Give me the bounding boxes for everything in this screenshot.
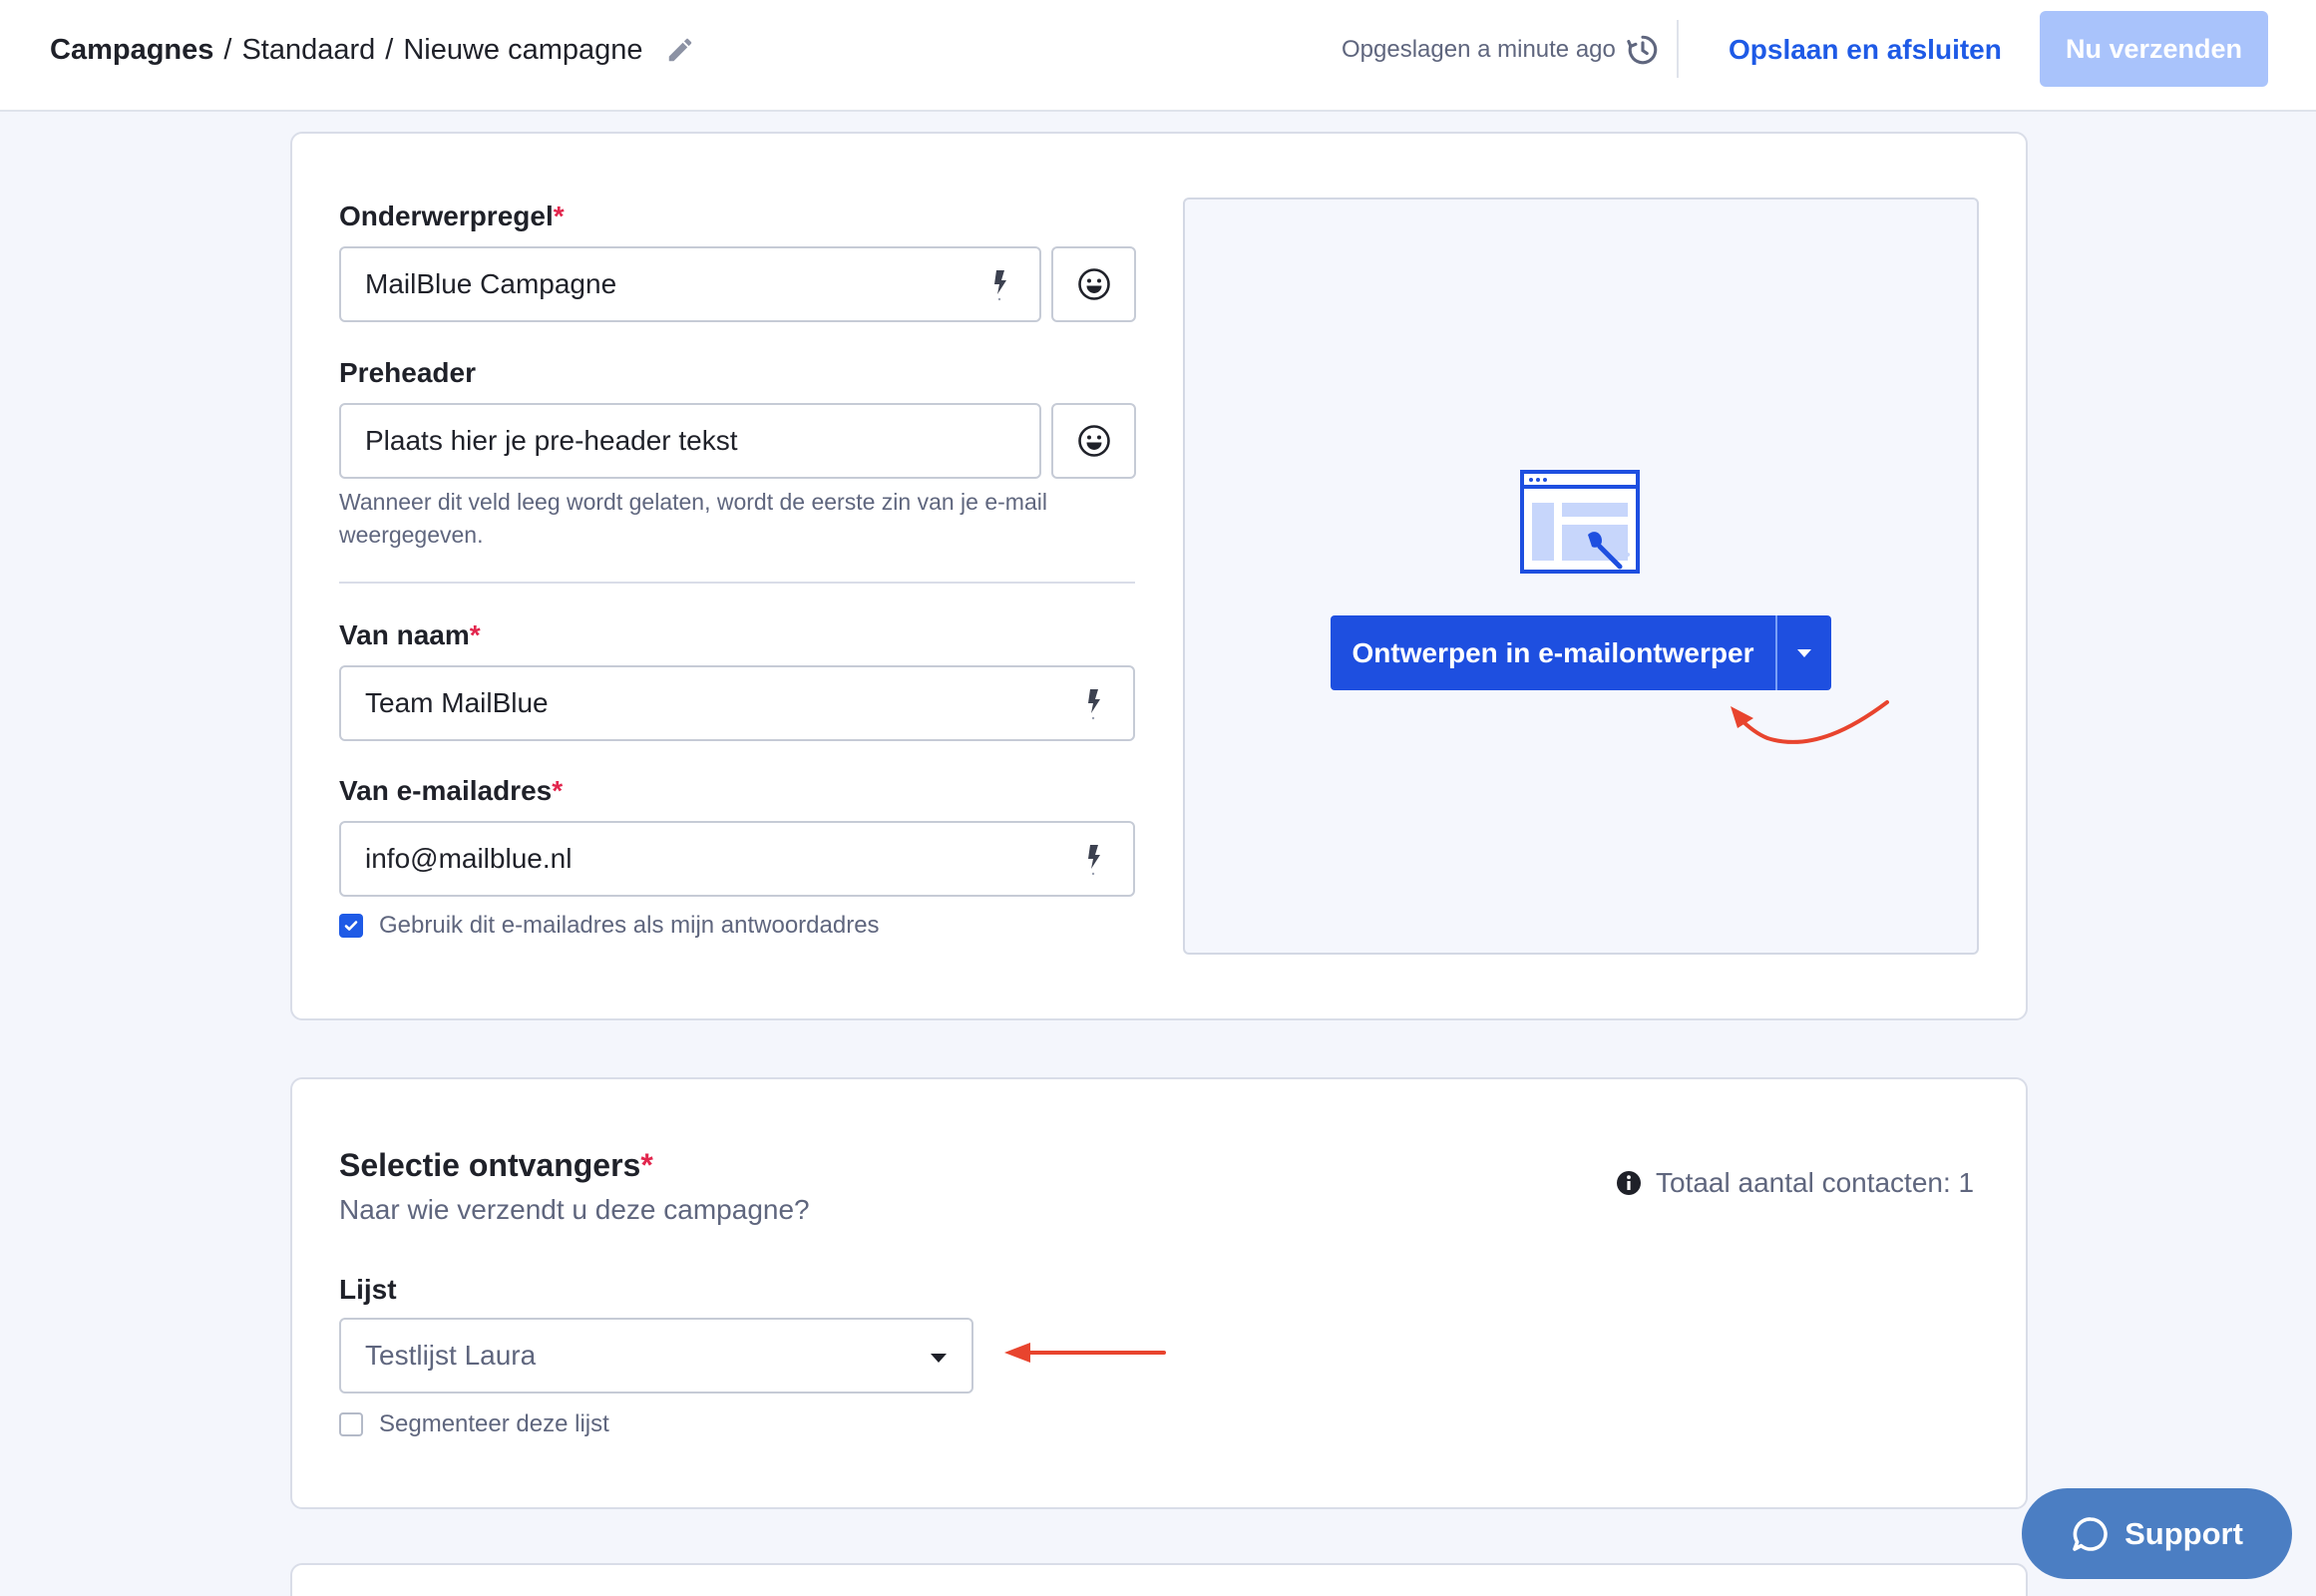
from-email-input-value: info@mailblue.nl — [365, 843, 573, 874]
history-icon[interactable] — [1626, 33, 1660, 67]
save-and-close-button[interactable]: Opslaan en afsluiten — [1729, 0, 2002, 100]
breadcrumb-campagnes-link[interactable]: Campagnes — [50, 34, 213, 67]
preheader-help-text: Wanneer dit veld leeg wordt gelaten, wor… — [339, 489, 1047, 548]
list-select[interactable]: Testlijst Laura — [339, 1318, 973, 1394]
total-contacts-text: Totaal aantal contacten: 1 — [1656, 1167, 1975, 1198]
email-designer-illustration-icon — [1520, 470, 1640, 574]
required-mark: * — [640, 1147, 653, 1183]
total-contacts: Totaal aantal contacten: 1 — [1616, 1167, 1974, 1199]
preheader-emoji-button[interactable] — [1051, 403, 1136, 479]
next-section-card — [290, 1563, 2028, 1596]
from-name-input[interactable]: Team MailBlue — [339, 665, 1135, 741]
top-bar: Campagnes / Standaard / Nieuwe campagne … — [0, 0, 2316, 112]
reply-to-checkbox[interactable] — [339, 914, 363, 938]
support-button[interactable]: Support — [2022, 1488, 2292, 1579]
preheader-input-value: Plaats hier je pre-header tekst — [365, 425, 738, 456]
segment-list-checkbox-row[interactable]: Segmenteer deze lijst — [339, 1410, 609, 1438]
from-name-label: Van naam* — [339, 619, 481, 651]
breadcrumb-separator: / — [223, 33, 232, 66]
subject-input[interactable]: MailBlue Campagne — [339, 246, 1041, 322]
smiley-icon — [1077, 268, 1110, 300]
send-now-button[interactable]: Nu verzenden — [2040, 11, 2268, 87]
recipients-subtitle: Naar wie verzendt u deze campagne? — [339, 1194, 810, 1225]
list-label: Lijst — [339, 1274, 397, 1305]
breadcrumb-separator: / — [385, 33, 394, 66]
segment-list-checkbox-label: Segmenteer deze lijst — [379, 1410, 609, 1437]
recipients-title: Selectie ontvangers* — [339, 1147, 653, 1184]
required-mark: * — [553, 200, 565, 231]
breadcrumb: Campagnes / Standaard / Nieuwe campagne — [50, 0, 695, 100]
checkmark-icon — [344, 921, 358, 931]
recipients-title-text: Selectie ontvangers — [339, 1147, 641, 1183]
design-in-email-designer-button[interactable]: Ontwerpen in e-mailontwerper — [1331, 615, 1777, 690]
info-icon — [1617, 1171, 1641, 1195]
preheader-input[interactable]: Plaats hier je pre-header tekst — [339, 403, 1041, 479]
reply-to-checkbox-row[interactable]: Gebruik dit e-mailadres als mijn antwoor… — [339, 912, 880, 940]
support-button-label: Support — [2124, 1515, 2243, 1551]
design-options-dropdown-button[interactable] — [1777, 615, 1831, 690]
personalize-bolt-icon[interactable] — [989, 268, 1009, 302]
section-divider — [339, 582, 1135, 584]
required-mark: * — [552, 775, 564, 806]
design-in-email-designer-split-button: Ontwerpen in e-mailontwerper — [1331, 615, 1831, 690]
pencil-icon[interactable] — [665, 35, 695, 65]
from-email-label-text: Van e-mailadres — [339, 775, 553, 806]
from-name-input-value: Team MailBlue — [365, 687, 549, 718]
chat-bubble-icon — [2073, 1516, 2108, 1551]
from-email-input[interactable]: info@mailblue.nl — [339, 821, 1135, 897]
saved-status-text: Opgeslagen a minute ago — [1342, 36, 1616, 63]
reply-to-checkbox-label: Gebruik dit e-mailadres als mijn antwoor… — [379, 912, 880, 939]
breadcrumb-standaard-link[interactable]: Standaard — [241, 34, 375, 67]
annotation-curved-arrow — [1731, 700, 1889, 744]
recipients-card — [290, 1077, 2028, 1509]
subject-input-value: MailBlue Campagne — [365, 268, 617, 299]
campaign-name: Nieuwe campagne — [403, 33, 643, 66]
subject-emoji-button[interactable] — [1051, 246, 1136, 322]
from-email-label: Van e-mailadres* — [339, 775, 563, 807]
subject-label-text: Onderwerpregel — [339, 200, 554, 231]
header-divider — [1677, 20, 1679, 78]
caret-down-icon — [931, 1354, 947, 1363]
subject-label: Onderwerpregel* — [339, 200, 565, 232]
personalize-bolt-icon[interactable] — [1083, 687, 1103, 721]
saved-status: Opgeslagen a minute ago — [1342, 0, 1660, 100]
personalize-bolt-icon[interactable] — [1083, 843, 1103, 877]
segment-list-checkbox[interactable] — [339, 1412, 363, 1436]
preheader-label: Preheader — [339, 357, 476, 388]
required-mark: * — [469, 619, 481, 650]
caret-down-icon — [1797, 648, 1811, 657]
list-select-value: Testlijst Laura — [365, 1340, 537, 1371]
from-name-label-text: Van naam — [339, 619, 470, 650]
annotation-arrow — [1004, 1343, 1166, 1363]
smiley-icon — [1077, 425, 1110, 457]
